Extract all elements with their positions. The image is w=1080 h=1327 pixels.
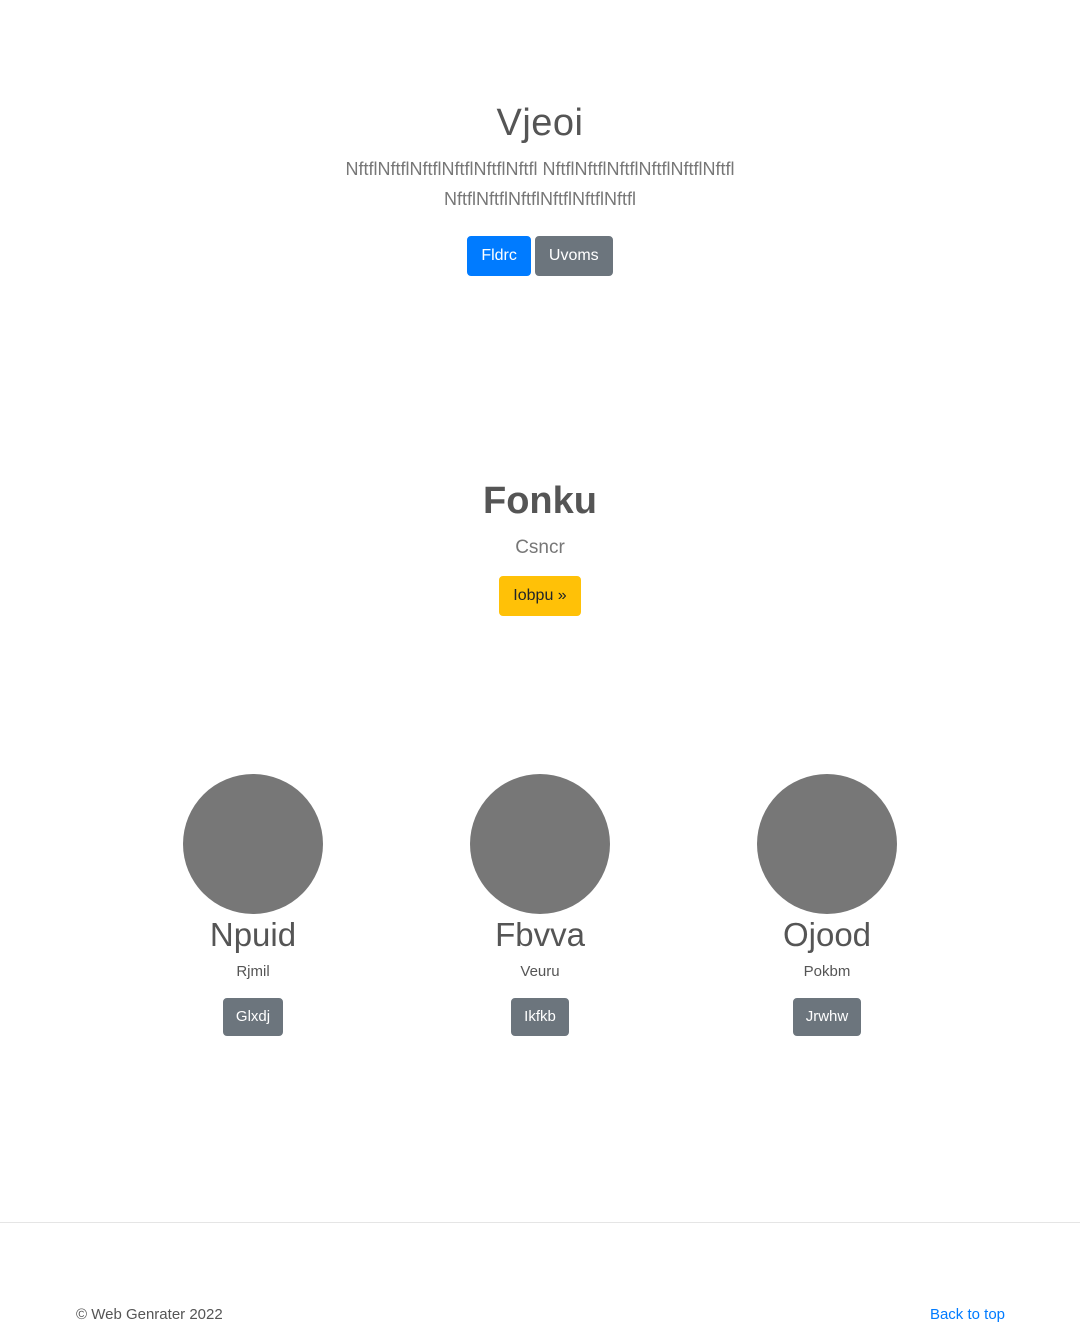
hero-buttons: Fldrc Uvoms — [0, 236, 1080, 276]
profile-card: Fbvva Veuru Ikfkb — [410, 774, 670, 1036]
feature-subtitle: Csncr — [515, 537, 565, 558]
profile-name: Fbvva — [495, 916, 585, 953]
profile-role: Veuru — [520, 963, 560, 980]
profile-name: Ojood — [782, 916, 872, 953]
avatar — [470, 774, 610, 914]
feature-title: Fonku — [483, 480, 597, 522]
profile-name: Npuid — [209, 916, 297, 953]
profile-button[interactable]: Ikfkb — [511, 998, 569, 1036]
profile-role: Rjmil — [236, 963, 270, 980]
hero-lead: NftflNftflNftflNftflNftflNftfl NftflNftf… — [345, 159, 735, 209]
avatar — [183, 774, 323, 914]
secondary-button[interactable]: Uvoms — [534, 236, 613, 276]
feature-section: Fonku Csncr Iobpu » — [0, 478, 1080, 616]
profile-button[interactable]: Glxdj — [222, 998, 284, 1036]
footer-divider — [0, 1222, 1080, 1223]
profile-role: Pokbm — [803, 963, 851, 980]
hero-title: Vjeoi — [496, 102, 584, 144]
hero-section: Vjeoi NftflNftflNftflNftflNftflNftfl Nft… — [0, 100, 1080, 276]
copyright-text: © Web Genrater 2022 — [76, 1306, 223, 1323]
primary-button[interactable]: Fldrc — [467, 236, 531, 276]
profile-card: Ojood Pokbm Jrwhw — [697, 774, 957, 1036]
feature-button[interactable]: Iobpu » — [499, 576, 581, 616]
profile-card: Npuid Rjmil Glxdj — [123, 774, 383, 1036]
avatar — [757, 774, 897, 914]
back-to-top-link[interactable]: Back to top — [930, 1305, 1005, 1325]
page: Vjeoi NftflNftflNftflNftflNftflNftfl Nft… — [0, 0, 1080, 1327]
profile-button[interactable]: Jrwhw — [792, 998, 862, 1036]
